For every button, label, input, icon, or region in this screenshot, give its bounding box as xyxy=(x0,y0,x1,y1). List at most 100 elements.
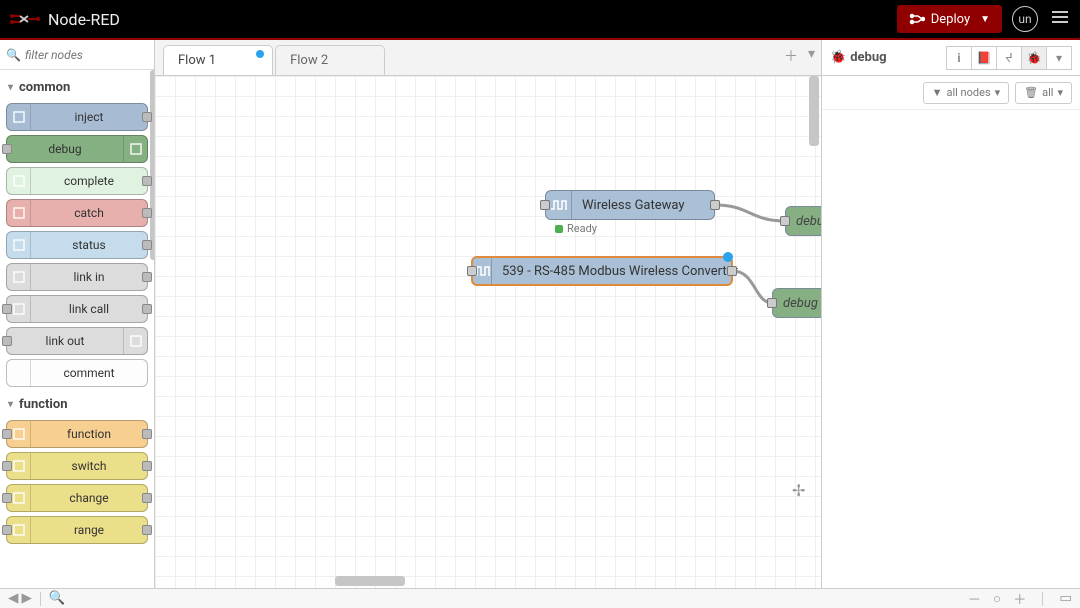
tab-menu-button[interactable]: ▾ xyxy=(808,46,815,66)
deploy-label: Deploy xyxy=(931,12,970,27)
palette-search[interactable]: 🔍 xyxy=(0,40,154,70)
node-port[interactable] xyxy=(2,144,12,154)
workspace: Flow 1 Flow 2 ＋ ▾ xyxy=(155,40,822,588)
node-port[interactable] xyxy=(142,176,152,186)
node-port[interactable] xyxy=(780,216,790,226)
node-port[interactable] xyxy=(727,266,737,276)
node-port[interactable] xyxy=(142,461,152,471)
footer: ◀ ▶ 🔍 － ○ ＋ ▭ xyxy=(0,588,1080,608)
node-port[interactable] xyxy=(2,304,12,314)
palette-node-complete[interactable]: complete xyxy=(6,167,148,195)
dirty-indicator-icon xyxy=(723,252,733,262)
node-port[interactable] xyxy=(2,493,12,503)
node-type-icon xyxy=(7,200,31,226)
palette-category[interactable]: ▾common xyxy=(6,74,148,103)
chevron-down-icon: ▾ xyxy=(8,399,13,410)
node-port[interactable] xyxy=(142,240,152,250)
palette-node-status[interactable]: status xyxy=(6,231,148,259)
sidebar: 🐞 debug i 📕 ᔪ 🐞 ▾ ▼ all nodes ▾ 🗑 all ▾ xyxy=(822,40,1080,588)
node-port[interactable] xyxy=(710,200,720,210)
tab-flow-1[interactable]: Flow 1 xyxy=(163,45,273,75)
palette-node-change[interactable]: change xyxy=(6,484,148,512)
node-label: complete xyxy=(31,174,147,188)
user-avatar[interactable]: un xyxy=(1012,6,1038,32)
palette-category[interactable]: ▾function xyxy=(6,391,148,420)
node-wireless-gateway[interactable]: Wireless Gateway xyxy=(545,190,715,220)
zoom-out-button[interactable]: － xyxy=(966,589,983,608)
tab-flow-2[interactable]: Flow 2 xyxy=(275,45,385,75)
debug-clear-button[interactable]: 🗑 all ▾ xyxy=(1015,82,1072,104)
palette-node-debug[interactable]: debug xyxy=(6,135,148,163)
node-port[interactable] xyxy=(142,112,152,122)
node-port[interactable] xyxy=(2,429,12,439)
tab-bar: Flow 1 Flow 2 ＋ ▾ xyxy=(155,40,821,76)
zoom-in-button[interactable]: ＋ xyxy=(1011,589,1028,608)
palette-node-inject[interactable]: inject xyxy=(6,103,148,131)
node-type-icon xyxy=(7,360,31,386)
chevron-down-icon: ▾ xyxy=(8,82,13,93)
palette-node-link-in[interactable]: link in xyxy=(6,263,148,291)
palette-node-switch[interactable]: switch xyxy=(6,452,148,480)
main-menu-button[interactable] xyxy=(1050,9,1070,29)
chevron-down-icon: ▾ xyxy=(995,86,1001,99)
node-port[interactable] xyxy=(2,336,12,346)
add-tab-button[interactable]: ＋ xyxy=(784,46,798,66)
palette-node-link-call[interactable]: link call xyxy=(6,295,148,323)
node-port[interactable] xyxy=(142,304,152,314)
palette-node-function[interactable]: function xyxy=(6,420,148,448)
flow-canvas[interactable]: Wireless Gateway Ready debug 2 xyxy=(155,76,821,588)
deploy-button[interactable]: Deploy ▼ xyxy=(897,5,1002,33)
node-label: status xyxy=(31,238,147,252)
palette-node-comment[interactable]: comment xyxy=(6,359,148,387)
node-port[interactable] xyxy=(142,493,152,503)
palette-node-range[interactable]: range xyxy=(6,516,148,544)
palette-node-link-out[interactable]: link out xyxy=(6,327,148,355)
node-port[interactable] xyxy=(142,525,152,535)
node-label: link out xyxy=(7,334,123,348)
node-label: catch xyxy=(31,206,147,220)
zoom-reset-button[interactable]: ○ xyxy=(991,591,1003,607)
node-status: Ready xyxy=(555,222,597,235)
filter-icon: ▼ xyxy=(932,86,943,99)
node-label: range xyxy=(31,523,147,537)
node-port[interactable] xyxy=(142,208,152,218)
node-port[interactable] xyxy=(2,525,12,535)
node-port[interactable] xyxy=(142,272,152,282)
node-port[interactable] xyxy=(142,429,152,439)
nav-toggle-button[interactable]: ◀ ▶ xyxy=(6,591,34,606)
debug-filter-button[interactable]: ▼ all nodes ▾ xyxy=(923,82,1010,104)
sidebar-tab-help[interactable]: 📕 xyxy=(971,46,997,70)
node-type-icon xyxy=(7,264,31,290)
node-port[interactable] xyxy=(467,266,477,276)
palette-filter-input[interactable] xyxy=(25,48,148,62)
sidebar-title: 🐞 debug xyxy=(830,50,887,65)
node-modbus-converter[interactable]: 539 - RS-485 Modbus Wireless Converter xyxy=(471,256,733,286)
node-label: switch xyxy=(31,459,147,473)
scrollbar-vertical[interactable] xyxy=(807,76,821,588)
node-label: inject xyxy=(31,110,147,124)
crosshair-cursor-icon: ✢ xyxy=(792,481,805,500)
app-title: Node-RED xyxy=(48,10,120,29)
search-icon: 🔍 xyxy=(6,48,21,62)
scrollbar-horizontal[interactable] xyxy=(155,574,807,588)
chevron-down-icon: ▼ xyxy=(980,14,990,25)
node-label: function xyxy=(31,427,147,441)
node-port[interactable] xyxy=(767,298,777,308)
sidebar-popout-button[interactable]: ▭ xyxy=(1057,591,1074,606)
app-header: Node-RED Deploy ▼ un xyxy=(0,0,1080,40)
sidebar-tab-debug[interactable]: 🐞 xyxy=(1021,46,1047,70)
node-label: Wireless Gateway xyxy=(572,198,695,213)
dirty-indicator-icon xyxy=(256,50,264,58)
sidebar-tab-info[interactable]: i xyxy=(946,46,972,70)
node-label: debug xyxy=(7,142,123,156)
footer-search-button[interactable]: 🔍 xyxy=(47,591,68,606)
node-label: link in xyxy=(31,270,147,284)
sidebar-tab-menu[interactable]: ▾ xyxy=(1046,46,1072,70)
sidebar-tab-config[interactable]: ᔪ xyxy=(996,46,1022,70)
node-port[interactable] xyxy=(2,461,12,471)
logo-icon xyxy=(10,12,40,26)
palette-node-catch[interactable]: catch xyxy=(6,199,148,227)
scrollbar-thumb[interactable] xyxy=(150,70,154,260)
trash-icon: 🗑 xyxy=(1024,86,1038,99)
node-port[interactable] xyxy=(540,200,550,210)
